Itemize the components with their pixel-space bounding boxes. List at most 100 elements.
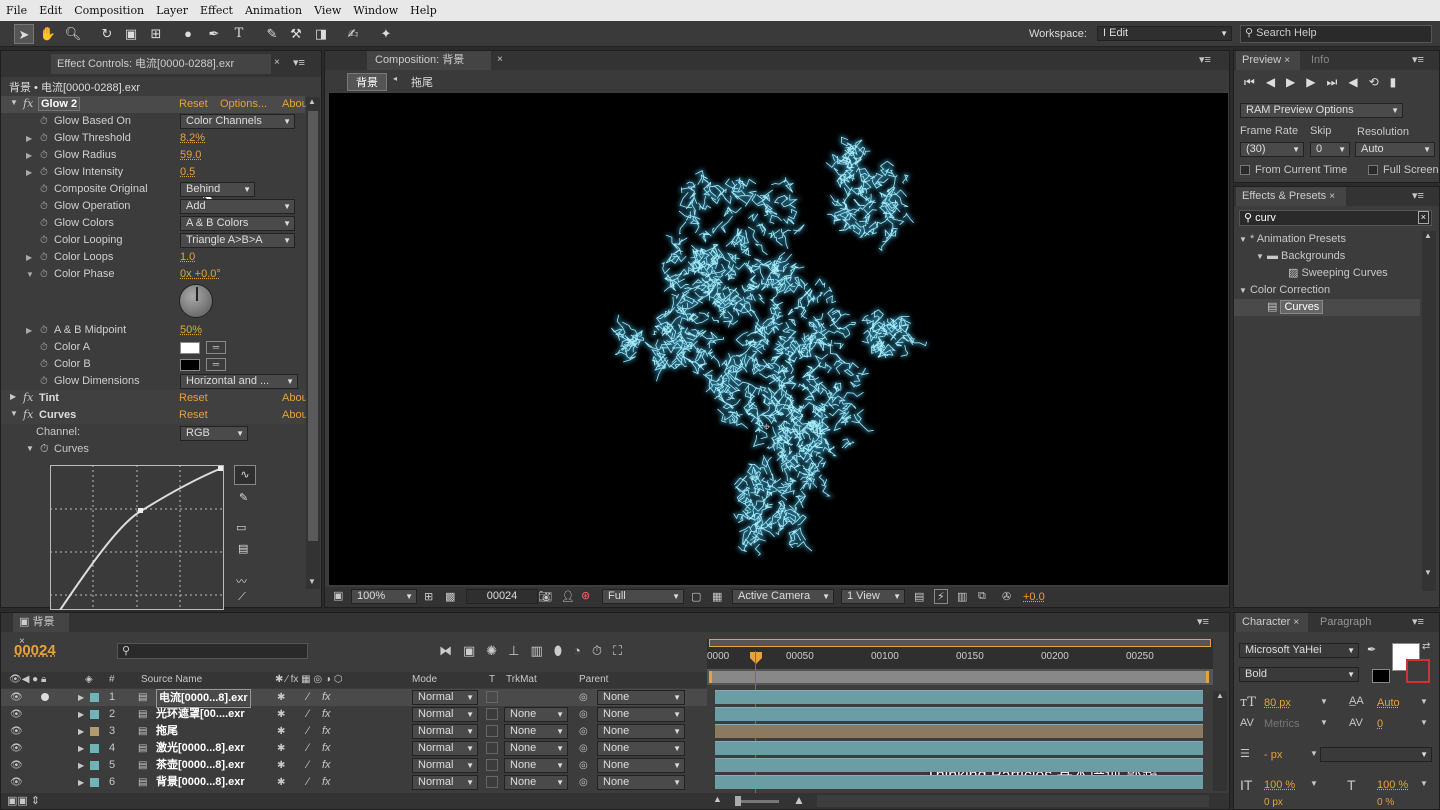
chevron-down-icon[interactable]: ▼ — [1420, 697, 1428, 706]
frame-blending-icon[interactable]: ⊥ — [508, 643, 530, 658]
stopwatch-icon[interactable]: ⏱ — [40, 215, 48, 232]
effect-property-row[interactable]: ▶ ⏱ Glow Radius 59.0 — [1, 147, 305, 164]
eye-icon[interactable]: 👁︎ — [10, 774, 23, 791]
quality-icon[interactable]: ⁄ — [307, 689, 309, 706]
timeline-current-time[interactable]: 00024 — [14, 642, 56, 659]
camera-dropdown[interactable]: Active Camera ▼ — [732, 589, 834, 604]
expand-triangle-icon[interactable]: ▶ — [78, 740, 84, 757]
timeline-search-input[interactable]: ⚲ — [117, 643, 308, 659]
toggle-pixel-aspect-icon[interactable]: ▤ — [914, 590, 924, 603]
stroke-color-swatch[interactable] — [1406, 659, 1430, 683]
source-name-header[interactable]: Source Name — [141, 672, 202, 688]
search-help-input[interactable]: ⚲ Search Help — [1240, 25, 1432, 43]
close-icon[interactable]: × — [274, 57, 280, 68]
expand-triangle-icon[interactable]: ▶ — [78, 757, 84, 774]
fx-icon[interactable]: fx — [322, 740, 331, 757]
blend-mode-dropdown[interactable]: Normal ▼ — [412, 707, 478, 722]
preview-tab[interactable]: Preview × — [1236, 51, 1300, 70]
ellipse-tool-icon[interactable]: ● — [178, 24, 198, 44]
timeline-tab[interactable]: ▣ 背景 × — [13, 613, 69, 647]
menu-window[interactable]: Window — [347, 4, 404, 17]
preserve-transparency-checkbox[interactable] — [486, 725, 498, 737]
full-screen-checkbox[interactable] — [1368, 165, 1378, 175]
draft-3d-icon[interactable]: ▣ — [463, 643, 486, 658]
save-icon[interactable]: ▤ — [238, 542, 248, 555]
leading-value[interactable]: Auto — [1377, 697, 1400, 709]
pickwhip-icon[interactable]: ◎ — [579, 740, 588, 757]
track-matte-dropdown[interactable]: None ▼ — [504, 707, 568, 722]
play-icon[interactable]: ▶ — [1286, 75, 1306, 89]
eye-icon[interactable]: 👁︎ — [10, 689, 23, 706]
label-color-swatch[interactable] — [90, 710, 99, 719]
render-icon[interactable]: ⛶ — [613, 643, 633, 658]
exposure-value[interactable]: +0.0 — [1023, 591, 1045, 603]
eyedropper-icon[interactable]: ✒ — [1367, 643, 1376, 656]
skip-dropdown[interactable]: 0 ▼ — [1310, 142, 1350, 157]
expand-triangle-icon[interactable]: ▶ — [26, 147, 32, 164]
composition-tab[interactable]: Composition: 背景 — [367, 51, 491, 70]
linear-icon[interactable]: ⟋ — [238, 591, 246, 604]
menu-file[interactable]: File — [0, 4, 33, 17]
first-frame-icon[interactable]: ⏮ — [1244, 75, 1266, 89]
pickwhip-icon[interactable]: ◎ — [579, 723, 588, 740]
expand-triangle-icon[interactable]: ▶ — [78, 706, 84, 723]
property-value[interactable]: 1.0 — [180, 249, 195, 266]
effect-controls-tab[interactable]: Effect Controls: 电流[0000-0288].exr — [51, 54, 271, 74]
effect-property-row[interactable]: ▼ ⏱ Color Phase 0x +0.0° — [1, 266, 305, 283]
selection-tool-icon[interactable]: ➤ — [14, 24, 34, 44]
menu-composition[interactable]: Composition — [68, 4, 150, 17]
brainstorm-icon[interactable]: ⬮ — [554, 643, 573, 658]
close-icon[interactable]: × — [1293, 617, 1299, 628]
track-matte-dropdown[interactable]: None ▼ — [504, 775, 568, 790]
next-frame-icon[interactable]: ▶ — [1306, 75, 1326, 89]
quality-icon[interactable]: ⁄ — [307, 774, 309, 791]
shy-icon[interactable]: ✱ — [277, 740, 285, 757]
stopwatch-icon[interactable]: ⏱ — [40, 356, 48, 373]
composition-navigator[interactable] — [707, 669, 1213, 685]
scroll-thumb[interactable] — [308, 111, 318, 541]
glow-options-link[interactable]: Options... — [220, 98, 267, 110]
effects-scrollbar[interactable]: ▲ ▼ — [1422, 231, 1436, 591]
menu-edit[interactable]: Edit — [33, 4, 68, 17]
chevron-down-icon[interactable]: ▼ — [1320, 718, 1328, 727]
quality-icon[interactable]: ⁄ — [307, 706, 309, 723]
tree-item-animation-presets[interactable]: ▼ * Animation Presets — [1234, 231, 1420, 248]
layer-duration-bar[interactable] — [715, 690, 1203, 704]
effect-property-row[interactable]: ⏱ Glow Operation Add ▼ — [1, 198, 305, 215]
scroll-down-icon[interactable]: ▼ — [308, 577, 316, 586]
tree-item-backgrounds[interactable]: ▼ ▬ Backgrounds — [1234, 248, 1420, 265]
timeline-layer-row[interactable]: 👁︎ ▶ 5 ▤ 茶壶[0000...8].exr ✱ ⁄ fx Normal ▼… — [1, 757, 707, 774]
expand-triangle-icon[interactable]: ▼ — [26, 266, 34, 283]
blend-mode-dropdown[interactable]: Normal ▼ — [412, 724, 478, 739]
panel-menu-icon[interactable]: ▾≡ — [1199, 53, 1211, 66]
fx-icon[interactable]: fx — [322, 774, 331, 791]
panel-menu-icon[interactable]: ▾≡ — [293, 56, 305, 69]
panel-menu-icon[interactable]: ▾≡ — [1412, 189, 1424, 202]
glow-about-link[interactable]: Abou — [282, 98, 308, 110]
region-of-interest-icon[interactable]: ▢ — [691, 590, 701, 603]
hand-tool-icon[interactable]: ✋ — [38, 24, 58, 44]
shy-icon[interactable]: ✱ — [277, 774, 285, 791]
pen-tool-icon[interactable]: ✒ — [204, 24, 224, 44]
fx-icon[interactable]: fx — [322, 689, 331, 706]
timeline-layer-row[interactable]: 👁︎ ▶ 2 ▤ 光环遮罩[00....exr ✱ ⁄ fx Normal ▼ N… — [1, 706, 707, 723]
previous-frame-icon[interactable]: ◀ — [1266, 75, 1286, 89]
eye-icon[interactable]: 👁︎ — [10, 723, 23, 740]
show-snapshot-icon[interactable]: 👤︎ — [561, 590, 575, 603]
fast-previews-icon[interactable]: ⚡ — [934, 589, 948, 604]
always-preview-icon[interactable]: ▣ — [333, 589, 343, 602]
chevron-down-icon[interactable]: ▼ — [1420, 779, 1428, 788]
channels-icon[interactable]: ⊛ — [581, 589, 590, 602]
pickwhip-icon[interactable]: ◎ — [579, 757, 588, 774]
property-dropdown[interactable]: Behind ▼ — [180, 182, 255, 197]
shy-icon[interactable]: ✱ — [277, 757, 285, 774]
tracking-value[interactable]: 0 — [1377, 718, 1383, 730]
stopwatch-icon[interactable]: ⏱ — [40, 339, 48, 356]
effect-property-row[interactable]: ▶ ⏱ Color Loops 1.0 — [1, 249, 305, 266]
preview-resolution-dropdown[interactable]: Auto ▼ — [1355, 142, 1435, 157]
breadcrumb-precomp[interactable]: 拖尾 — [411, 74, 433, 90]
eye-icon[interactable]: 👁︎ — [10, 740, 23, 757]
pan-behind-tool-icon[interactable]: ⊞ — [146, 24, 166, 44]
baseline-shift-value[interactable]: 0 px — [1264, 797, 1283, 809]
effect-property-row[interactable]: ▶ ⏱ A & B Midpoint 50% — [1, 322, 305, 339]
